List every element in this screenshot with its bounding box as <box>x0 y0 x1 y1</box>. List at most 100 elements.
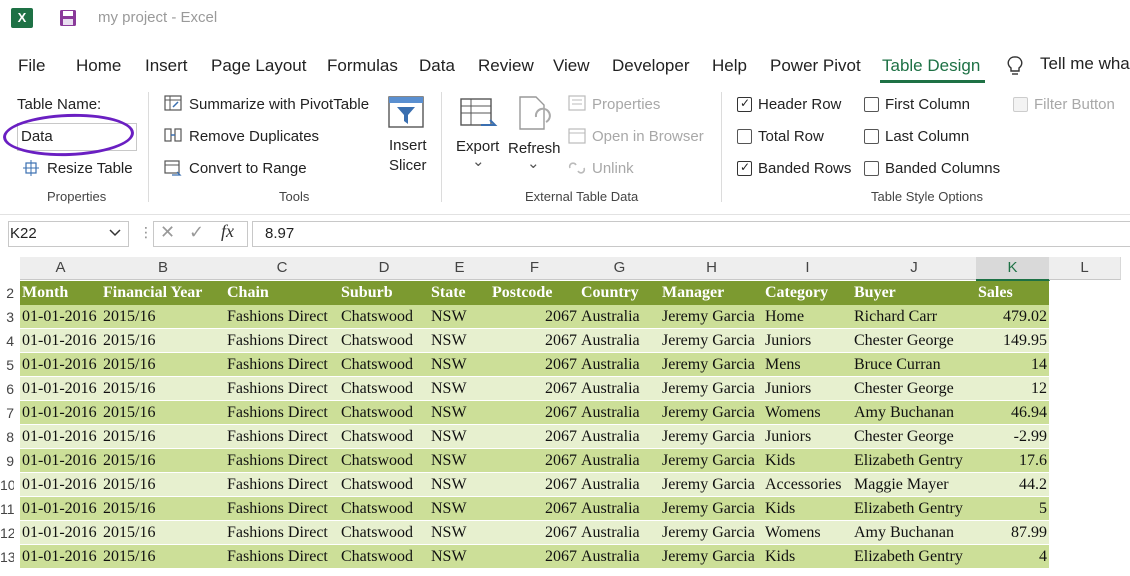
table-cell[interactable]: Chatswood <box>339 377 429 401</box>
row-number[interactable]: 7 <box>0 401 14 425</box>
table-cell[interactable]: Australia <box>579 473 660 497</box>
table-cell[interactable]: Jeremy Garcia <box>660 473 763 497</box>
table-cell[interactable]: Womens <box>763 401 852 425</box>
column-header-h[interactable]: H <box>660 257 764 280</box>
table-cell[interactable]: Mens <box>763 353 852 377</box>
cancel-icon[interactable]: ✕ <box>160 222 175 243</box>
banded-columns-checkbox[interactable] <box>864 161 879 176</box>
table-cell[interactable]: 2067 <box>490 425 579 449</box>
name-box-dropdown-icon[interactable] <box>108 227 122 239</box>
row-number[interactable]: 3 <box>0 305 14 329</box>
table-header-cell[interactable]: Postcode <box>490 281 579 305</box>
table-cell[interactable]: NSW <box>429 305 490 329</box>
table-cell[interactable]: Jeremy Garcia <box>660 521 763 545</box>
table-cell[interactable]: Fashions Direct <box>225 401 339 425</box>
table-cell[interactable]: NSW <box>429 377 490 401</box>
table-cell[interactable]: 149.95 <box>976 329 1049 353</box>
column-header-k[interactable]: K <box>976 257 1050 281</box>
table-cell[interactable]: 2015/16 <box>101 305 225 329</box>
last-column-checkbox[interactable] <box>864 129 879 144</box>
table-cell[interactable]: Bruce Curran <box>852 353 976 377</box>
tab-file[interactable]: File <box>18 56 45 76</box>
table-cell[interactable]: Australia <box>579 521 660 545</box>
insert-slicer-button[interactable]: Insert <box>389 137 427 154</box>
table-cell[interactable]: 01-01-2016 <box>20 497 101 521</box>
table-cell[interactable]: Kids <box>763 497 852 521</box>
table-cell[interactable]: Fashions Direct <box>225 521 339 545</box>
table-cell[interactable]: Australia <box>579 545 660 569</box>
table-cell[interactable]: NSW <box>429 449 490 473</box>
table-header-cell[interactable]: Sales <box>976 281 1049 305</box>
table-cell[interactable]: Kids <box>763 449 852 473</box>
column-header-f[interactable]: F <box>490 257 580 280</box>
table-cell[interactable]: Chatswood <box>339 545 429 569</box>
row-number[interactable]: 5 <box>0 353 14 377</box>
tab-help[interactable]: Help <box>712 56 747 76</box>
table-cell[interactable]: Chatswood <box>339 305 429 329</box>
resize-table-button[interactable]: Resize Table <box>47 160 133 177</box>
table-cell[interactable]: -2.99 <box>976 425 1049 449</box>
table-cell[interactable]: NSW <box>429 545 490 569</box>
table-header-cell[interactable]: Country <box>579 281 660 305</box>
tab-page-layout[interactable]: Page Layout <box>211 56 306 76</box>
row-number[interactable]: 10 <box>0 473 14 497</box>
table-cell[interactable]: 2067 <box>490 305 579 329</box>
table-cell[interactable]: Jeremy Garcia <box>660 329 763 353</box>
table-cell[interactable]: Elizabeth Gentry <box>852 449 976 473</box>
table-cell[interactable]: Chatswood <box>339 449 429 473</box>
table-cell[interactable]: Jeremy Garcia <box>660 377 763 401</box>
table-cell[interactable]: Fashions Direct <box>225 377 339 401</box>
table-cell[interactable]: Chatswood <box>339 425 429 449</box>
table-cell[interactable]: Elizabeth Gentry <box>852 497 976 521</box>
table-header-cell[interactable]: Manager <box>660 281 763 305</box>
row-number[interactable]: 2 <box>0 281 14 305</box>
table-cell[interactable]: Fashions Direct <box>225 545 339 569</box>
first-column-checkbox[interactable] <box>864 97 879 112</box>
table-cell[interactable]: Chatswood <box>339 497 429 521</box>
column-header-e[interactable]: E <box>429 257 491 280</box>
table-cell[interactable]: 2015/16 <box>101 521 225 545</box>
tab-table-design[interactable]: Table Design <box>882 56 980 76</box>
table-cell[interactable]: Fashions Direct <box>225 305 339 329</box>
table-cell[interactable]: Australia <box>579 377 660 401</box>
table-cell[interactable]: 2015/16 <box>101 329 225 353</box>
table-cell[interactable]: 01-01-2016 <box>20 329 101 353</box>
table-cell[interactable]: NSW <box>429 497 490 521</box>
table-cell[interactable]: 46.94 <box>976 401 1049 425</box>
table-cell[interactable]: 2067 <box>490 497 579 521</box>
table-header-cell[interactable]: Chain <box>225 281 339 305</box>
table-cell[interactable]: Fashions Direct <box>225 425 339 449</box>
table-cell[interactable]: Amy Buchanan <box>852 401 976 425</box>
table-cell[interactable]: Australia <box>579 497 660 521</box>
table-cell[interactable]: 87.99 <box>976 521 1049 545</box>
table-header-cell[interactable]: Buyer <box>852 281 976 305</box>
column-header-j[interactable]: J <box>852 257 977 280</box>
convert-to-range-button[interactable]: Convert to Range <box>189 160 307 177</box>
table-cell[interactable]: Juniors <box>763 425 852 449</box>
table-header-cell[interactable]: State <box>429 281 490 305</box>
tab-review[interactable]: Review <box>478 56 534 76</box>
table-cell[interactable]: 12 <box>976 377 1049 401</box>
table-header-cell[interactable]: Financial Year <box>101 281 225 305</box>
table-cell[interactable]: 2015/16 <box>101 401 225 425</box>
table-cell[interactable]: Accessories <box>763 473 852 497</box>
table-cell[interactable]: 01-01-2016 <box>20 521 101 545</box>
export-chevron-icon[interactable]: ⌄ <box>472 152 485 170</box>
table-cell[interactable]: Jeremy Garcia <box>660 425 763 449</box>
table-cell[interactable]: Juniors <box>763 377 852 401</box>
table-cell[interactable]: 14 <box>976 353 1049 377</box>
row-number[interactable]: 9 <box>0 449 14 473</box>
table-header-cell[interactable]: Category <box>763 281 852 305</box>
table-cell[interactable]: NSW <box>429 473 490 497</box>
summarize-pivottable-button[interactable]: Summarize with PivotTable <box>189 96 369 113</box>
table-header-cell[interactable]: Month <box>20 281 101 305</box>
table-cell[interactable]: Fashions Direct <box>225 473 339 497</box>
column-header-d[interactable]: D <box>339 257 430 280</box>
properties-button[interactable]: Properties <box>592 96 660 113</box>
table-cell[interactable]: Chester George <box>852 377 976 401</box>
save-icon[interactable] <box>59 9 77 27</box>
table-cell[interactable]: Australia <box>579 401 660 425</box>
table-cell[interactable]: Kids <box>763 545 852 569</box>
tab-home[interactable]: Home <box>76 56 121 76</box>
tab-view[interactable]: View <box>553 56 590 76</box>
